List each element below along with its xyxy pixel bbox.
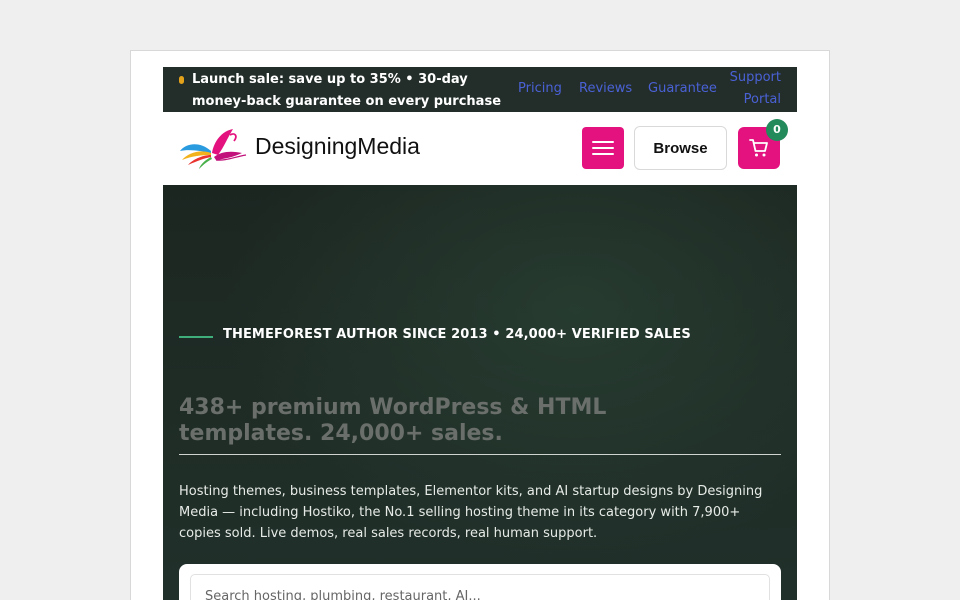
hamburger-icon-bar bbox=[592, 153, 614, 155]
page: Launch sale: save up to 35% • 30-day mon… bbox=[163, 67, 797, 600]
site-header: DesigningMedia Browse 0 bbox=[163, 112, 797, 185]
kicker-divider bbox=[179, 336, 213, 338]
top-link-support-portal[interactable]: Support Portal bbox=[725, 67, 781, 111]
hero-kicker: THEMEFOREST AUTHOR SINCE 2013 • 24,000+ … bbox=[223, 327, 691, 342]
search-card bbox=[179, 564, 781, 600]
top-link-guarantee[interactable]: Guarantee bbox=[648, 78, 717, 100]
cart-count-badge: 0 bbox=[766, 119, 788, 141]
hero-description: Hosting themes, business templates, Elem… bbox=[179, 484, 763, 541]
menu-button[interactable] bbox=[582, 127, 624, 169]
hero-divider bbox=[179, 454, 781, 455]
shopping-cart-icon bbox=[749, 139, 768, 157]
top-link-reviews[interactable]: Reviews bbox=[579, 78, 632, 100]
hero-title: 438+ premium WordPress & HTML templates.… bbox=[179, 395, 607, 446]
search-input[interactable] bbox=[190, 574, 770, 600]
top-link-pricing[interactable]: Pricing bbox=[518, 78, 562, 100]
hero-section: THEMEFOREST AUTHOR SINCE 2013 • 24,000+ … bbox=[163, 185, 797, 600]
browse-button[interactable]: Browse bbox=[634, 126, 727, 170]
sale-dot-icon bbox=[179, 76, 184, 84]
butterfly-logo[interactable] bbox=[178, 127, 248, 171]
brand-name[interactable]: DesigningMedia bbox=[255, 133, 420, 160]
hamburger-icon bbox=[592, 141, 614, 143]
announcement-text: Launch sale: save up to 35% • 30-day mon… bbox=[192, 72, 502, 109]
hamburger-icon-bar bbox=[592, 147, 614, 149]
announcement-bar: Launch sale: save up to 35% • 30-day mon… bbox=[163, 67, 797, 112]
